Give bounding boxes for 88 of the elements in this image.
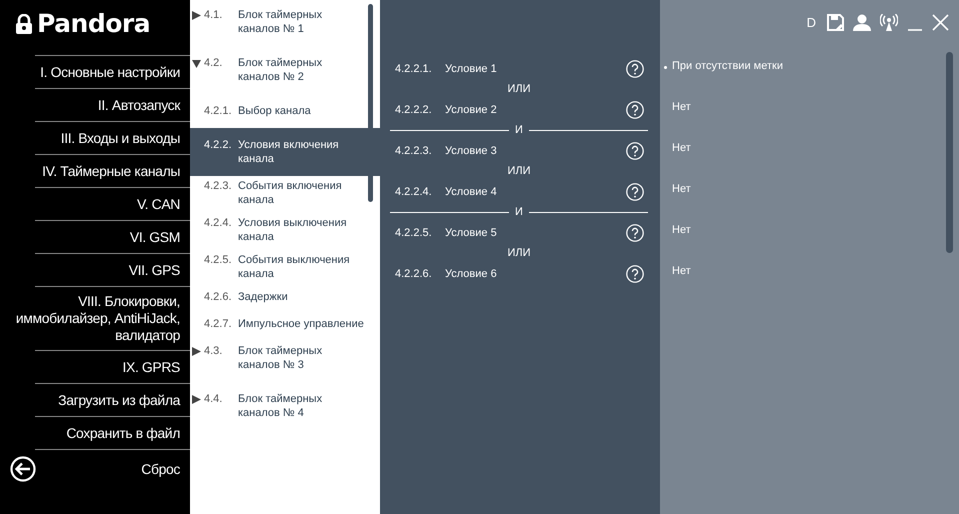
antenna-icon[interactable] <box>880 14 898 30</box>
item-label: Блок таймерных каналов № 1 <box>238 8 324 37</box>
menu-item[interactable]: Сброс <box>141 460 180 478</box>
menu-item[interactable]: IV. Таймерные каналы <box>42 162 180 180</box>
item-number: 4.3. <box>204 344 224 359</box>
condition-number: 4.2.2.3. <box>394 144 433 156</box>
close-icon[interactable] <box>932 14 949 30</box>
item-number: 4.2. <box>204 56 224 71</box>
help-icon[interactable] <box>626 100 644 118</box>
and-label: И <box>515 124 523 136</box>
menu-item[interactable]: II. Автозапуск <box>98 96 180 114</box>
tree-item[interactable]: 4.2.7. Импульсное управление <box>190 314 380 341</box>
condition-number: 4.2.2.6. <box>394 268 433 280</box>
user-letter: D <box>806 14 816 30</box>
item-number: 4.2.2. <box>204 138 233 153</box>
scrollbar[interactable] <box>368 4 373 202</box>
condition-label: Условие 5 <box>445 226 498 238</box>
padlock-icon <box>15 14 33 34</box>
or-label: ИЛИ <box>507 247 531 259</box>
item-label: Блок таймерных каналов № 2 <box>238 56 324 85</box>
tree-item[interactable]: 4.1. Блок таймерных каналов № 1 <box>190 5 380 53</box>
triangle-icon <box>192 59 201 68</box>
tree-item[interactable]: 4.2.3. События включения канала <box>190 176 380 213</box>
item-label: Выбор канала <box>238 104 312 119</box>
item-number: 4.4. <box>204 392 224 407</box>
help-icon[interactable] <box>626 142 644 160</box>
item-number: 4.2.1. <box>204 104 233 119</box>
item-label: Импульсное управление <box>238 317 365 332</box>
item-number: 4.2.7. <box>204 317 233 332</box>
tree-item[interactable]: 4.2.4. Условия выключения канала <box>190 213 380 250</box>
triangle-icon <box>192 11 201 20</box>
menu-item[interactable]: IX. GPRS <box>122 358 180 376</box>
item-label: Блок таймерных каналов № 4 <box>238 392 324 421</box>
bullet-icon <box>664 66 667 69</box>
condition-value[interactable]: Нет <box>672 265 691 277</box>
menu-item[interactable]: V. CAN <box>137 196 180 212</box>
tree-item[interactable]: 4.2.1. Выбор канала <box>190 101 380 128</box>
condition-number: 4.2.2.2. <box>394 104 433 116</box>
tree-item[interactable]: 4.2.6. Задержки <box>190 287 380 314</box>
item-number: 4.2.3. <box>204 179 233 194</box>
condition-number: 4.2.2.5. <box>394 226 433 238</box>
tree-item[interactable]: 4.4. Блок таймерных каналов № 4 <box>190 389 380 437</box>
menu-item[interactable]: VII. GPS <box>128 262 180 278</box>
tree-item[interactable]: 4.2.2. Условия включения канала <box>190 128 380 176</box>
user-icon[interactable] <box>853 14 871 30</box>
menu-item[interactable]: VIII. Блокировки, иммобилайзер, AntiHiJack, валидатор <box>4 293 180 344</box>
menu-item[interactable]: VI. GSM <box>130 228 180 246</box>
condition-label: Условие 2 <box>445 104 498 116</box>
menu-item[interactable]: Сохранить в файл <box>66 424 180 442</box>
help-icon[interactable] <box>626 264 644 282</box>
help-icon[interactable] <box>626 60 644 78</box>
tree-item[interactable]: 4.2.5. События выключения канала <box>190 250 380 287</box>
triangle-icon <box>192 395 201 404</box>
condition-label: Условие 3 <box>445 144 498 156</box>
and-label: И <box>515 206 523 218</box>
condition-value[interactable]: Нет <box>672 183 691 195</box>
condition-value[interactable]: При отсутствии метки <box>672 60 783 72</box>
menu-item[interactable]: Загрузить из файла <box>58 392 180 408</box>
condition-value[interactable]: Нет <box>672 101 691 113</box>
menu-item[interactable]: I. Основные настройки <box>40 64 180 80</box>
item-label: События выключения канала <box>238 253 351 281</box>
item-number: 4.2.4. <box>204 216 233 231</box>
item-label: Задержки <box>238 290 289 305</box>
item-label: Блок таймерных каналов № 3 <box>238 344 324 373</box>
item-label: Условия выключения канала <box>238 216 348 244</box>
help-icon[interactable] <box>626 224 644 242</box>
item-label: События включения канала <box>238 179 343 207</box>
condition-value[interactable]: Нет <box>672 142 691 154</box>
brand-logo-text: Pandora <box>37 9 150 38</box>
scrollbar[interactable] <box>946 52 953 253</box>
or-label: ИЛИ <box>507 165 531 177</box>
triangle-icon <box>192 347 201 356</box>
condition-value[interactable]: Нет <box>672 224 691 236</box>
condition-number: 4.2.2.1. <box>394 62 433 74</box>
condition-label: Условие 6 <box>445 268 498 280</box>
tree-item[interactable]: 4.2. Блок таймерных каналов № 2 <box>190 53 380 101</box>
help-icon[interactable] <box>626 182 644 200</box>
menu-item[interactable]: III. Входы и выходы <box>60 130 180 146</box>
item-number: 4.2.6. <box>204 290 233 305</box>
item-number: 4.1. <box>204 8 224 23</box>
save-icon[interactable] <box>827 14 844 30</box>
tree-item[interactable]: 4.3. Блок таймерных каналов № 3 <box>190 341 380 389</box>
or-label: ИЛИ <box>507 83 531 95</box>
item-number: 4.2.5. <box>204 253 233 268</box>
condition-number: 4.2.2.4. <box>394 186 433 198</box>
condition-label: Условие 4 <box>445 186 498 198</box>
condition-label: Условие 1 <box>445 62 498 74</box>
item-label: Условия включения канала <box>238 138 340 167</box>
